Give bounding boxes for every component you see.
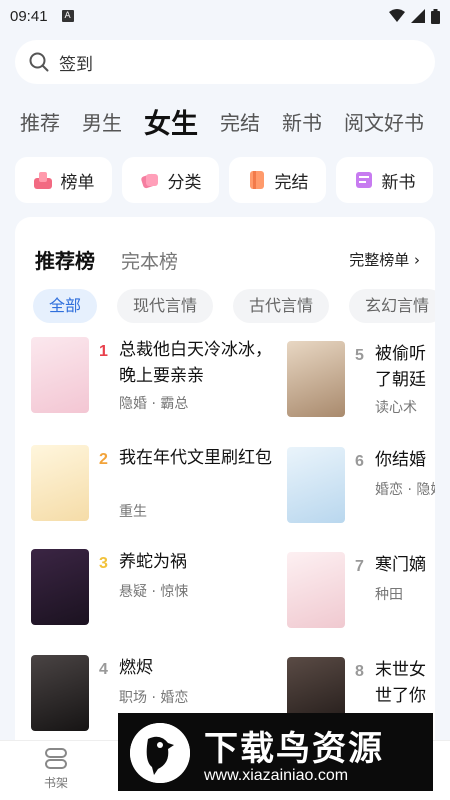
chip-label: 新书 bbox=[381, 172, 416, 193]
chip-label: 完结 bbox=[274, 172, 309, 193]
status-time: 09:41 bbox=[10, 7, 48, 25]
book-item[interactable]: 2 我在年代文里刷红包 重生 bbox=[31, 445, 291, 525]
book-rank: 2 bbox=[99, 451, 108, 468]
book-tags: 隐婚 · 霸总 bbox=[119, 396, 189, 412]
tab-male[interactable]: 男生 bbox=[82, 107, 122, 136]
book-title-line2: 世了你 bbox=[375, 686, 426, 706]
new-book-icon bbox=[355, 172, 372, 188]
book-item[interactable]: 7 寒门嫡 种田 bbox=[287, 552, 435, 632]
quick-entry-row: 榜单 分类 完结 新书 bbox=[15, 157, 450, 203]
tab-recommend[interactable]: 推荐 bbox=[20, 107, 60, 136]
book-list: 1 总裁他白天冷冰冰，晚上要亲亲 隐婚 · 霸总 2 我在年代文里刷红包 重生 … bbox=[15, 337, 435, 777]
chip-label: 榜单 bbox=[60, 172, 95, 193]
tab-finished[interactable]: 完结 bbox=[220, 107, 260, 136]
watermark-url: www.xiazainiao.com bbox=[204, 767, 349, 784]
filter-fantasy-romance[interactable]: 玄幻言情 bbox=[349, 289, 435, 323]
book-tags: 悬疑 · 惊悚 bbox=[119, 584, 189, 600]
filter-all[interactable]: 全部 bbox=[33, 289, 98, 323]
search-icon bbox=[29, 52, 49, 72]
ranking-icon bbox=[33, 172, 52, 189]
cellular-signal-icon bbox=[411, 9, 425, 23]
bookshelf-icon bbox=[45, 748, 67, 769]
filter-ancient-romance[interactable]: 古代言情 bbox=[233, 289, 330, 323]
book-cover bbox=[31, 337, 89, 413]
book-cover bbox=[287, 447, 345, 523]
book-tags: 读心术 bbox=[375, 400, 417, 416]
book-cover bbox=[31, 445, 89, 521]
book-title: 被偷听 bbox=[375, 344, 426, 364]
bird-logo-icon bbox=[130, 723, 190, 783]
book-tags: 职场 · 婚恋 bbox=[119, 690, 189, 706]
full-ranking-link[interactable]: 完整榜单 › bbox=[349, 249, 420, 270]
book-rank: 3 bbox=[99, 555, 108, 572]
ranking-title-text: 推荐榜 bbox=[35, 249, 95, 273]
book-title-line2: 了朝廷 bbox=[375, 370, 426, 390]
filter-modern-romance[interactable]: 现代言情 bbox=[117, 289, 214, 323]
tab-yuewen-picks[interactable]: 阅文好书 bbox=[344, 107, 424, 136]
genre-filters: 全部 现代言情 古代言情 玄幻言情 bbox=[33, 289, 435, 323]
category-icon bbox=[140, 173, 158, 189]
book-rank: 1 bbox=[99, 343, 108, 360]
ranking-header: 推荐榜 完本榜 完整榜单 › bbox=[35, 245, 420, 275]
channel-tabs: 推荐 男生 女生 完结 新书 阅文好书 bbox=[0, 96, 450, 146]
book-cover bbox=[31, 549, 89, 625]
nav-label: 书架 bbox=[43, 776, 68, 790]
book-rank: 8 bbox=[355, 663, 364, 680]
chip-label: 分类 bbox=[167, 172, 202, 193]
chip-new-book[interactable]: 新书 bbox=[336, 157, 433, 203]
book-tags: 婚恋 · 隐婚 bbox=[375, 482, 435, 498]
chip-ranking[interactable]: 榜单 bbox=[15, 157, 112, 203]
book-cover bbox=[287, 341, 345, 417]
book-item[interactable]: 6 你结婚 婚恋 · 隐婚 bbox=[287, 447, 435, 527]
book-item[interactable]: 5 被偷听 了朝廷 读心术 bbox=[287, 341, 435, 421]
book-tags: 重生 bbox=[119, 504, 147, 520]
ranking-card: 推荐榜 完本榜 完整榜单 › 全部 现代言情 古代言情 玄幻言情 1 总裁他白天… bbox=[15, 217, 435, 777]
book-rank: 6 bbox=[355, 453, 364, 470]
book-title: 总裁他白天冷冰冰，晚上要亲亲 bbox=[119, 340, 272, 386]
book-rank: 4 bbox=[99, 661, 108, 678]
watermark: 下载鸟资源 www.xiazainiao.com bbox=[118, 713, 433, 791]
wifi-icon bbox=[389, 9, 405, 22]
completed-ranking-tab[interactable]: 完本榜 bbox=[121, 247, 178, 274]
chip-finished[interactable]: 完结 bbox=[229, 157, 326, 203]
tab-new[interactable]: 新书 bbox=[282, 107, 322, 136]
book-title: 寒门嫡 bbox=[375, 555, 426, 575]
watermark-title: 下载鸟资源 bbox=[204, 729, 384, 769]
tab-female[interactable]: 女生 bbox=[144, 102, 198, 141]
book-item[interactable]: 3 养蛇为祸 悬疑 · 惊悚 bbox=[31, 549, 291, 629]
book-title: 我在年代文里刷红包 bbox=[119, 448, 272, 468]
nav-bookshelf[interactable]: 书架 bbox=[26, 747, 86, 791]
battery-icon bbox=[431, 8, 440, 24]
book-rank: 7 bbox=[355, 558, 364, 575]
book-title: 燃烬 bbox=[119, 658, 153, 678]
book-cover bbox=[31, 655, 89, 731]
book-title: 你结婚 bbox=[375, 450, 426, 470]
chip-category[interactable]: 分类 bbox=[122, 157, 219, 203]
search-placeholder: 签到 bbox=[59, 54, 93, 75]
status-bar: 09:41 A bbox=[0, 0, 450, 32]
status-icons bbox=[389, 8, 440, 24]
book-title: 末世女 bbox=[375, 660, 426, 680]
search-bar[interactable]: 签到 bbox=[15, 40, 435, 84]
finished-icon bbox=[249, 171, 264, 189]
notification-badge: A bbox=[61, 10, 74, 22]
book-rank: 5 bbox=[355, 347, 364, 364]
book-tags: 种田 bbox=[375, 587, 403, 603]
book-title: 养蛇为祸 bbox=[119, 552, 187, 572]
book-cover bbox=[287, 552, 345, 628]
book-item[interactable]: 1 总裁他白天冷冰冰，晚上要亲亲 隐婚 · 霸总 bbox=[31, 337, 291, 417]
ranking-title[interactable]: 推荐榜 bbox=[35, 245, 103, 274]
